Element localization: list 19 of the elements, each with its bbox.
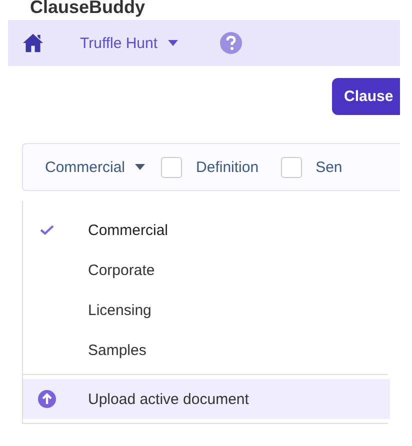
checkbox-label: Sen: [316, 158, 342, 176]
checkbox[interactable]: [280, 156, 302, 178]
checkbox-label: Definition: [196, 158, 259, 176]
menu-item[interactable]: Licensing: [23, 290, 400, 330]
checkbox[interactable]: [161, 156, 182, 178]
home-icon[interactable]: [22, 33, 44, 53]
check-icon: [40, 225, 54, 235]
menu-item[interactable]: Corporate: [23, 250, 400, 290]
app-title: ClauseBuddy: [29, 0, 146, 19]
clauses-button[interactable]: Clause: [332, 78, 400, 115]
menu-item[interactable]: Samples: [23, 330, 400, 370]
caret-icon: [135, 164, 146, 170]
help-icon[interactable]: [220, 32, 242, 54]
upload-icon: [38, 390, 56, 408]
caret-icon: [168, 40, 178, 46]
menu-item[interactable]: Commercial: [23, 210, 400, 250]
upload-menu-item[interactable]: Upload active document: [23, 379, 390, 419]
category-dropdown[interactable]: Commercial: [45, 158, 146, 176]
project-dropdown[interactable]: Truffle Hunt: [80, 34, 178, 52]
